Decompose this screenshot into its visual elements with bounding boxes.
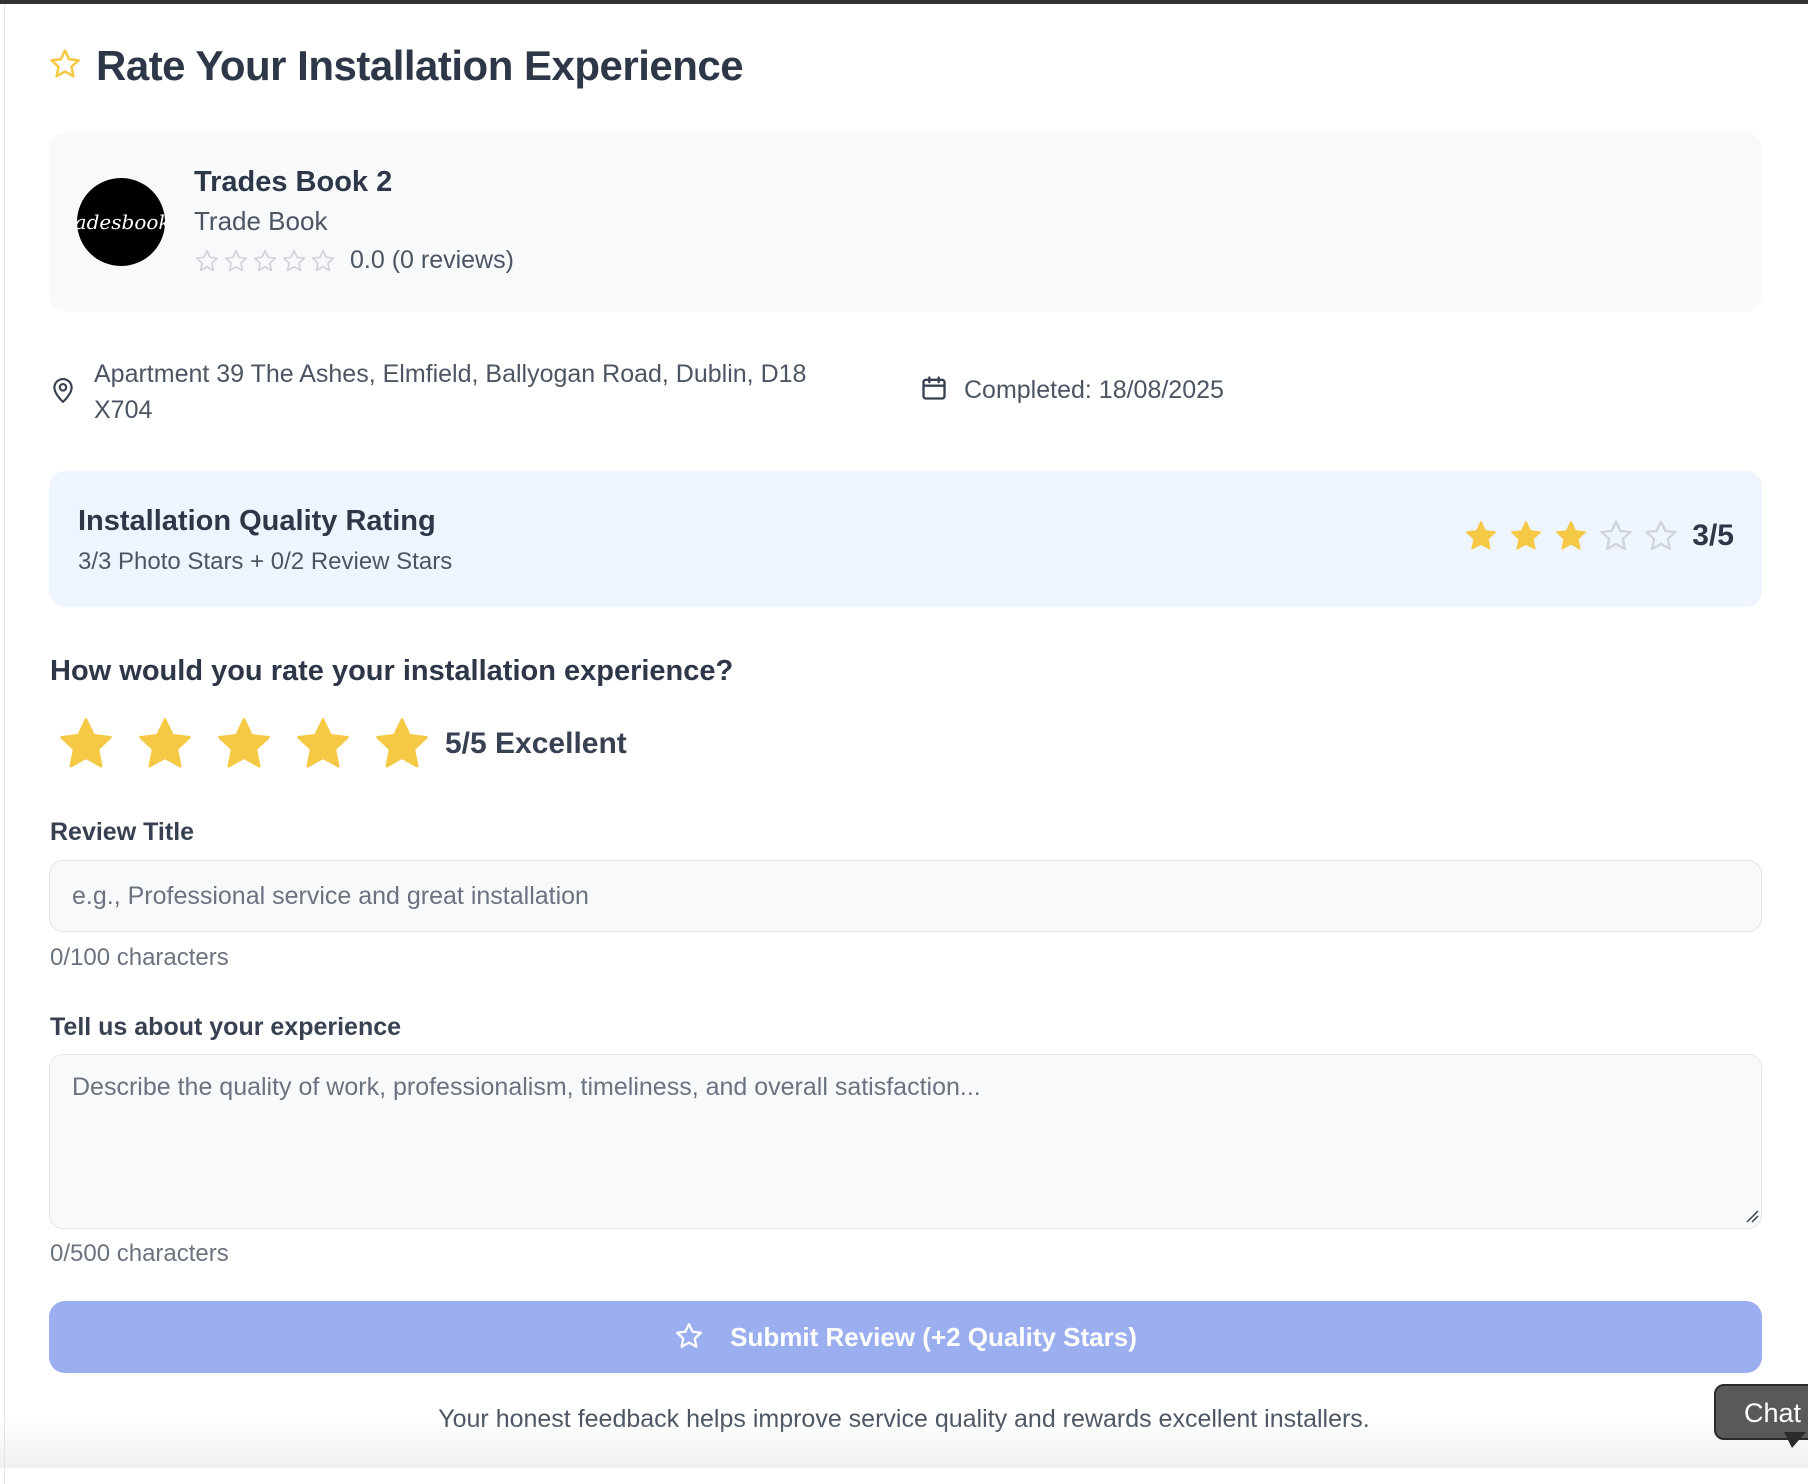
review-body-label: Tell us about your experience	[50, 1013, 402, 1041]
star-empty-icon	[310, 248, 336, 274]
submit-review-label: Submit Review (+2 Quality Stars)	[730, 1321, 1137, 1352]
installer-type: Trade Book	[194, 206, 328, 236]
quality-stars-row	[1463, 518, 1679, 554]
rating-label: 5/5 Excellent	[445, 727, 627, 760]
review-title-label: Review Title	[50, 818, 195, 846]
chat-label: Chat	[1744, 1398, 1802, 1428]
installer-name: Trades Book 2	[194, 166, 393, 198]
review-body-counter: 0/500 characters	[50, 1240, 229, 1267]
job-address: Apartment 39 The Ashes, Elmfield, Ballyo…	[50, 356, 854, 428]
star-empty-icon	[1643, 518, 1679, 554]
page-title: Rate Your Installation Experience	[96, 42, 744, 89]
star-empty-icon	[194, 248, 220, 274]
star-outline-icon	[674, 1321, 704, 1354]
quality-title: Installation Quality Rating	[78, 505, 436, 537]
quality-subtitle: 3/3 Photo Stars + 0/2 Review Stars	[78, 548, 453, 575]
rating-star-4-filled-icon[interactable]	[291, 714, 355, 774]
avatar-logo-text: radesbook.	[77, 210, 165, 234]
rating-stars	[54, 714, 449, 774]
quality-stars: 3/5	[1463, 518, 1734, 554]
quality-rating-card: Installation Quality Rating 3/3 Photo St…	[49, 471, 1762, 607]
installer-card: radesbook. Trades Book 2 Trade Book 0.0 …	[49, 132, 1762, 312]
review-title-counter: 0/100 characters	[50, 944, 229, 971]
star-empty-icon	[281, 248, 307, 274]
page-header: Rate Your Installation Experience	[48, 42, 744, 90]
rating-question: How would you rate your installation exp…	[50, 655, 734, 687]
star-filled-icon	[1463, 518, 1499, 554]
rating-star-3-filled-icon[interactable]	[212, 714, 276, 774]
installer-rating: 0.0 (0 reviews)	[194, 246, 514, 275]
star-empty-icon	[1598, 518, 1634, 554]
installer-avatar: radesbook.	[77, 178, 165, 266]
rating-star-5-filled-icon[interactable]	[370, 714, 434, 774]
map-pin-icon	[50, 376, 76, 409]
star-outline-icon	[48, 47, 82, 86]
job-completed-text: Completed: 18/08/2025	[964, 376, 1224, 404]
star-empty-icon	[252, 248, 278, 274]
review-body-textarea[interactable]	[49, 1054, 1762, 1229]
star-filled-icon	[1508, 518, 1544, 554]
installer-rating-text: 0.0 (0 reviews)	[350, 246, 514, 274]
chat-bubble-tail	[1784, 1432, 1806, 1448]
star-empty-icon	[223, 248, 249, 274]
review-title-input[interactable]	[49, 860, 1762, 932]
installer-rating-stars	[194, 248, 336, 274]
star-filled-icon	[1553, 518, 1589, 554]
quality-score: 3/5	[1692, 519, 1734, 552]
feedback-note: Your honest feedback helps improve servi…	[438, 1405, 1370, 1433]
rating-input: 5/5 Excellent	[54, 714, 627, 774]
job-completed: Completed: 18/08/2025	[920, 374, 1224, 407]
calendar-icon	[920, 374, 948, 407]
job-address-text: Apartment 39 The Ashes, Elmfield, Ballyo…	[94, 360, 807, 424]
submit-review-button[interactable]: Submit Review (+2 Quality Stars)	[49, 1301, 1762, 1373]
rating-star-2-filled-icon[interactable]	[133, 714, 197, 774]
textarea-resize-handle[interactable]	[1745, 1209, 1759, 1223]
rating-star-1-filled-icon[interactable]	[54, 714, 118, 774]
